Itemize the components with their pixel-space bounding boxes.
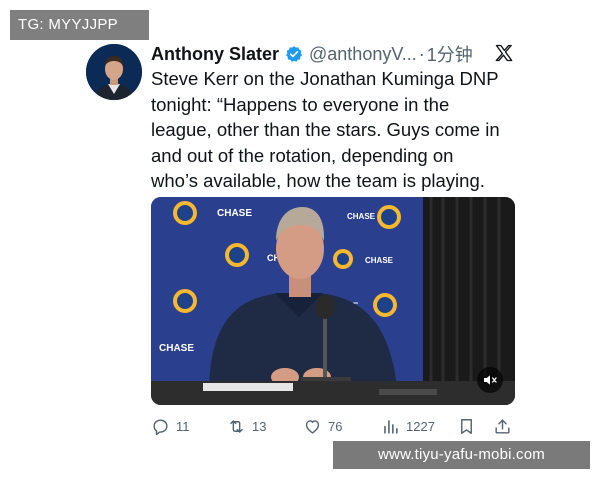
like-count: 76 bbox=[328, 418, 343, 434]
bookmark-icon bbox=[461, 418, 472, 434]
views-chart-icon bbox=[384, 419, 398, 434]
like-button[interactable]: 76 bbox=[303, 414, 342, 438]
mute-button[interactable] bbox=[477, 367, 503, 393]
author-name[interactable]: Anthony Slater bbox=[151, 44, 279, 65]
video-frame: CHASE CHASE CHASE CHASE CHASE CHASE bbox=[151, 197, 515, 405]
author-handle[interactable]: @anthonyV... bbox=[309, 44, 417, 65]
tweet-text: Steve Kerr on the Jonathan Kuminga DNP t… bbox=[151, 68, 500, 191]
site-watermark: www.tiyu-yafu-mobi.com bbox=[333, 441, 590, 469]
views-button[interactable]: 1227 bbox=[381, 414, 435, 438]
heart-icon bbox=[305, 419, 320, 434]
repost-icon bbox=[230, 419, 243, 433]
share-button[interactable] bbox=[493, 414, 518, 438]
verified-badge-icon bbox=[285, 45, 303, 63]
reply-icon bbox=[153, 418, 168, 435]
repost-count: 13 bbox=[252, 418, 267, 434]
tweet-header: Anthony Slater @anthonyV... · 1分钟 bbox=[151, 40, 521, 68]
x-logo-icon[interactable] bbox=[494, 43, 514, 63]
reply-button[interactable]: 11 bbox=[151, 414, 190, 438]
view-count: 1227 bbox=[406, 418, 435, 434]
share-icon bbox=[495, 418, 510, 434]
reply-count: 11 bbox=[176, 418, 190, 434]
avatar-photo bbox=[86, 44, 142, 100]
backdrop-sponsor: CHASE bbox=[217, 208, 252, 219]
header-separator: · bbox=[418, 43, 425, 64]
author-avatar[interactable] bbox=[86, 44, 142, 100]
speaker-muted-icon bbox=[484, 375, 497, 385]
tweet-timestamp[interactable]: 1分钟 bbox=[427, 41, 473, 67]
bookmark-button[interactable] bbox=[457, 414, 482, 438]
backdrop-sponsor: CHASE bbox=[365, 256, 394, 265]
backdrop-sponsor: CHASE bbox=[347, 212, 376, 221]
tweet-video[interactable]: CHASE CHASE CHASE CHASE CHASE CHASE bbox=[151, 197, 515, 405]
tweet-action-bar: 11 13 76 1227 bbox=[151, 414, 517, 438]
backdrop-sponsor: CHASE bbox=[159, 343, 194, 354]
tg-label: TG: MYYJJPP bbox=[10, 10, 149, 40]
repost-button[interactable]: 13 bbox=[227, 414, 266, 438]
